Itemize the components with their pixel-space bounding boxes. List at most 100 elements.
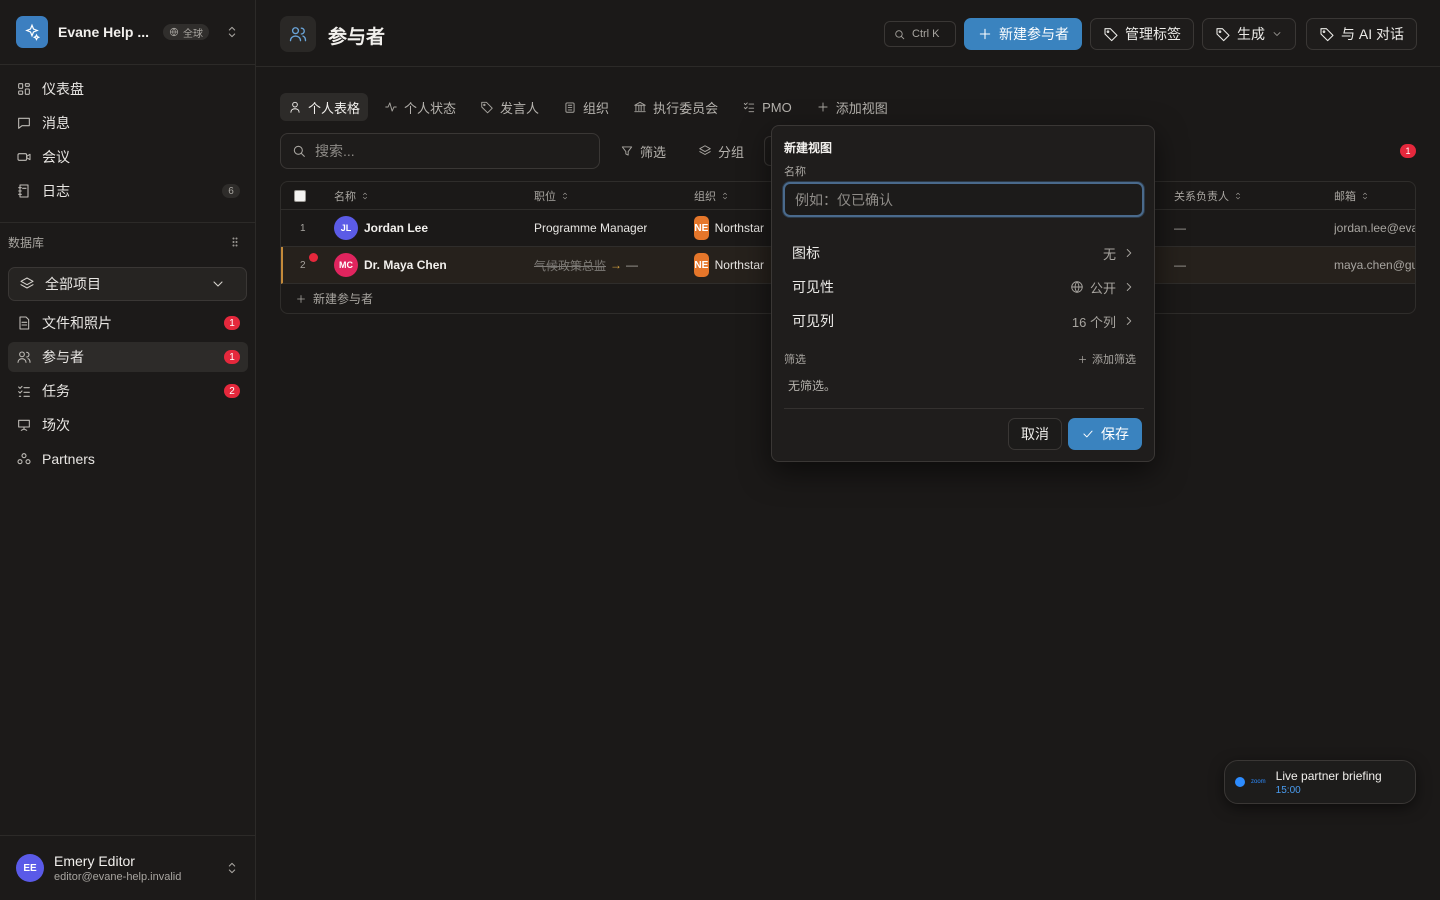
users-icon: [288, 24, 308, 44]
email-value: jordan.lee@evane: [1334, 221, 1415, 235]
org-value: Northstar: [714, 221, 764, 235]
sidebar-item-partners[interactable]: Partners: [8, 444, 248, 474]
owner-cell[interactable]: —: [1174, 210, 1186, 246]
presentation-icon: [16, 417, 32, 433]
add-filter-button[interactable]: 添加筛选: [1077, 351, 1136, 367]
cancel-button[interactable]: 取消: [1008, 418, 1062, 450]
live-status-dot: [1235, 777, 1245, 787]
save-button[interactable]: 保存: [1068, 418, 1142, 450]
role-old-value: 气候政策总监: [534, 258, 607, 273]
option-value: 公开: [1089, 280, 1116, 296]
manage-tags-button[interactable]: 管理标签: [1090, 18, 1194, 50]
main-nav: 仪表盘 消息 会议 日志 6: [8, 74, 248, 210]
workspace-scope-badge: 全球: [163, 24, 210, 40]
column-header-org[interactable]: 组织: [694, 182, 730, 209]
globe-icon: [1070, 280, 1084, 294]
divider: [784, 408, 1144, 409]
workspace-logo-icon: [16, 16, 48, 48]
column-header-owner[interactable]: 关系负责人: [1174, 182, 1243, 209]
role-cell[interactable]: 气候政策总监 → —: [534, 247, 638, 283]
nav-label: 日志: [42, 183, 70, 199]
chevron-updown-icon[interactable]: [224, 24, 240, 40]
search-field[interactable]: [280, 133, 600, 169]
message-icon: [16, 115, 32, 131]
org-tag: NE: [694, 216, 709, 240]
name-cell[interactable]: MC Dr. Maya Chen: [334, 247, 447, 283]
role-value: Programme Manager: [534, 221, 648, 235]
new-view-popover: 新建视图 名称 图标 无 可见性 公开 可见列 16 个列 筛选 添加筛选 无筛…: [771, 125, 1155, 462]
search-input[interactable]: [315, 143, 575, 159]
tab-label: 发言人: [500, 100, 540, 116]
meeting-time: 15:00: [1275, 784, 1301, 796]
sidebar-item-sessions[interactable]: 场次: [8, 410, 248, 440]
email-cell[interactable]: maya.chen@gu: [1334, 247, 1415, 283]
nav-messages[interactable]: 消息: [8, 108, 248, 138]
ai-icon: [1319, 26, 1335, 42]
option-label: 可见性: [792, 279, 834, 295]
column-label: 组织: [694, 190, 716, 203]
plus-icon: [816, 100, 830, 114]
nav-dashboard[interactable]: 仪表盘: [8, 74, 248, 104]
zoom-logo: zoom: [1251, 779, 1266, 785]
tab-organizations[interactable]: 组织: [555, 93, 617, 121]
ai-chat-button[interactable]: 与 AI 对话: [1306, 18, 1418, 50]
journal-count-badge: 6: [222, 184, 240, 198]
sidebar-item-files[interactable]: 文件和照片 1: [8, 308, 248, 338]
visibility-option-row[interactable]: 可见性 公开: [784, 272, 1144, 302]
role-new-value: —: [626, 258, 639, 272]
button-label: 与 AI 对话: [1341, 26, 1405, 42]
name-cell[interactable]: JL Jordan Lee: [334, 210, 428, 246]
view-name-input[interactable]: [795, 191, 1115, 208]
divider: [0, 222, 256, 223]
column-header-name[interactable]: 名称: [334, 182, 370, 209]
view-name-field[interactable]: [783, 182, 1144, 217]
filter-button[interactable]: 筛选: [620, 140, 666, 162]
file-icon: [16, 315, 32, 331]
tab-label: 个人状态: [404, 100, 457, 116]
sidebar: Evane Help ... 全球 仪表盘 消息 会议 日志 6 数据库 全部项…: [0, 0, 256, 900]
org-cell[interactable]: NE Northstar: [694, 210, 764, 246]
meeting-reminder[interactable]: zoom Live partner briefing 15:00: [1224, 760, 1416, 804]
nav-label: 会议: [42, 149, 70, 165]
row-number: 1: [300, 222, 306, 234]
role-cell[interactable]: Programme Manager: [534, 210, 647, 246]
column-header-role[interactable]: 职位: [534, 182, 570, 209]
user-menu[interactable]: EE Emery Editor editor@evane-help.invali…: [16, 850, 240, 886]
header-divider: [256, 66, 1440, 67]
tab-personal-table[interactable]: 个人表格: [280, 93, 369, 121]
tab-label: 执行委员会: [653, 100, 719, 116]
tab-label: 添加视图: [835, 100, 888, 116]
select-all-checkbox[interactable]: [294, 189, 306, 202]
grip-icon[interactable]: [229, 236, 241, 248]
icon-option-row[interactable]: 图标 无: [784, 238, 1144, 268]
group-button[interactable]: 分组: [698, 140, 744, 162]
building-icon: [563, 100, 577, 114]
alert-count-badge[interactable]: 1: [1400, 144, 1416, 158]
tab-speakers[interactable]: 发言人: [472, 93, 547, 121]
owner-cell[interactable]: —: [1174, 247, 1186, 283]
sidebar-item-tasks[interactable]: 任务 2: [8, 376, 248, 406]
new-participant-row-button[interactable]: 新建参与者: [295, 290, 373, 307]
add-filter-label: 添加筛选: [1092, 354, 1136, 366]
column-header-email[interactable]: 邮箱: [1334, 182, 1370, 209]
sidebar-item-participants[interactable]: 参与者 1: [8, 342, 248, 372]
command-search-button[interactable]: Ctrl K: [884, 21, 956, 47]
add-view-button[interactable]: 添加视图: [808, 93, 896, 121]
nav-meetings[interactable]: 会议: [8, 142, 248, 172]
chevron-right-icon: [1122, 280, 1136, 294]
tab-pmo[interactable]: PMO: [734, 93, 800, 121]
visible-columns-option-row[interactable]: 可见列 16 个列: [784, 306, 1144, 336]
option-label: 图标: [792, 245, 820, 261]
nav-journal[interactable]: 日志 6: [8, 176, 248, 206]
tab-personal-status[interactable]: 个人状态: [376, 93, 464, 121]
workspace-switcher[interactable]: Evane Help ... 全球: [16, 16, 240, 48]
new-participant-button[interactable]: 新建参与者: [964, 18, 1082, 50]
sparkle-tag-icon: [1215, 26, 1231, 42]
plus-icon: [977, 26, 993, 42]
generate-button[interactable]: 生成: [1202, 18, 1296, 50]
org-cell[interactable]: NE Northstar: [694, 247, 764, 283]
tab-executive-committee[interactable]: 执行委员会: [625, 93, 726, 121]
column-label: 邮箱: [1334, 190, 1356, 203]
database-selector[interactable]: 全部项目: [8, 267, 247, 301]
email-cell[interactable]: jordan.lee@evane: [1334, 210, 1415, 246]
